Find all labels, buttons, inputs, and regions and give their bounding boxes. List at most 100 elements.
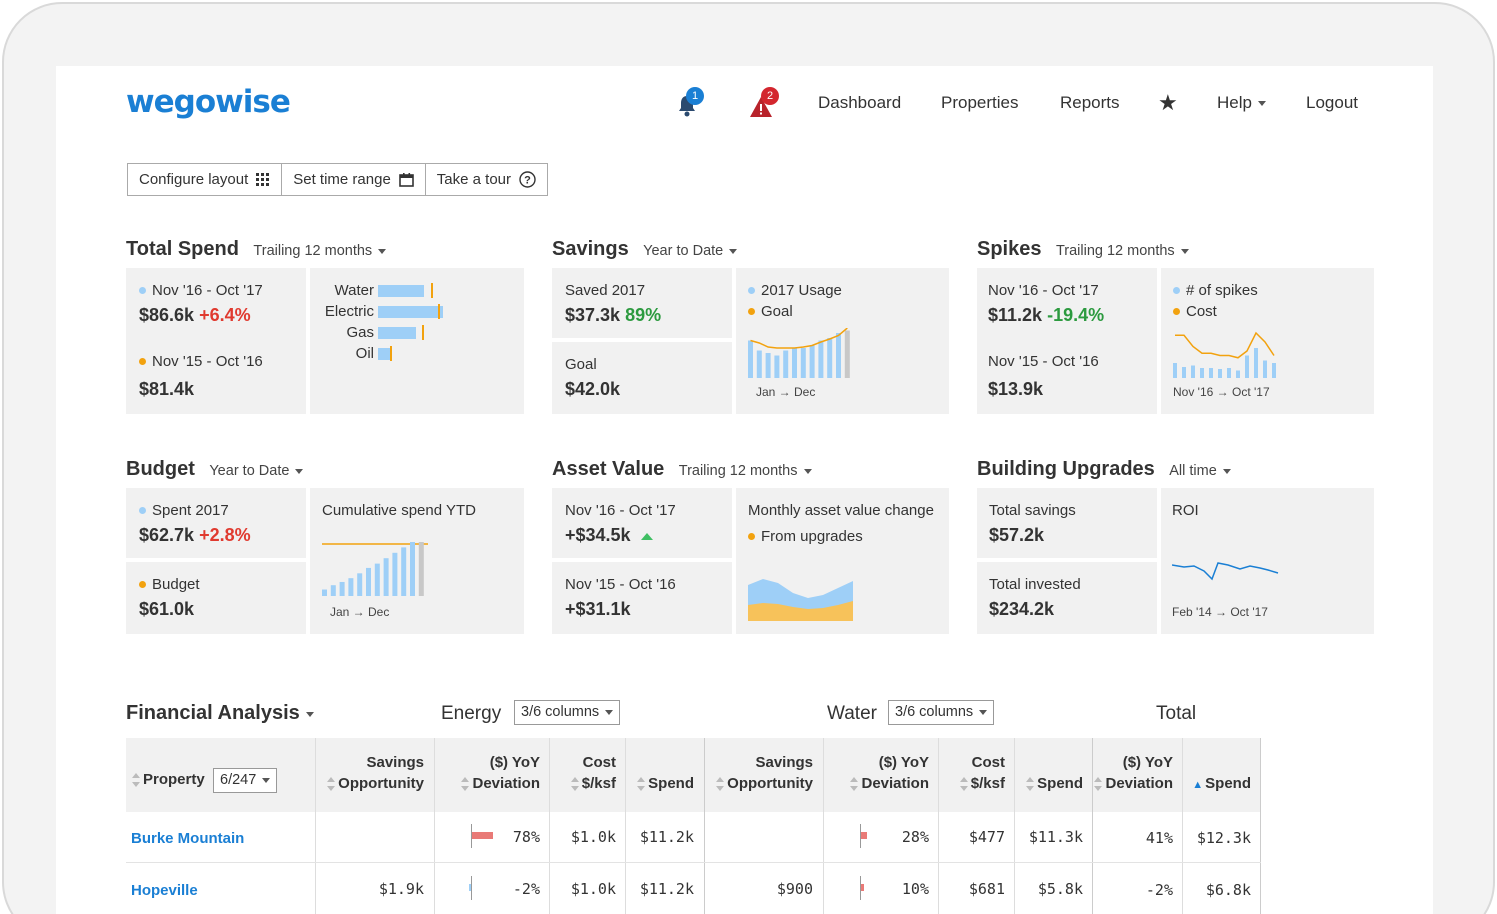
header-line: Savings bbox=[755, 754, 813, 771]
nav-dashboard[interactable]: Dashboard bbox=[818, 93, 901, 113]
chevron-down-icon bbox=[378, 248, 387, 254]
grid-icon bbox=[256, 172, 270, 186]
budget-bar-2 bbox=[330, 585, 336, 596]
sort-icon bbox=[1094, 777, 1103, 792]
savings-widget: Savings Year to Date bbox=[552, 238, 738, 261]
upgrades-savings-label: Total savings bbox=[989, 502, 1076, 519]
configure-layout-button[interactable]: Configure layout bbox=[128, 164, 283, 195]
property-count-value: 6/247 bbox=[220, 772, 257, 788]
legend-dot-orange bbox=[748, 307, 755, 315]
spike-bar-5 bbox=[1209, 368, 1213, 378]
budget-chart-label: Cumulative spend YTD bbox=[322, 502, 476, 519]
sort-icon bbox=[850, 777, 859, 792]
spikes-axis-label: Nov '16 → Oct '17 bbox=[1173, 385, 1270, 399]
roi-line-chart bbox=[1172, 562, 1279, 581]
utility-bar-gas bbox=[378, 327, 416, 339]
upgrades-invested-label: Total invested bbox=[989, 576, 1081, 593]
legend-dot-blue bbox=[748, 286, 755, 294]
set-time-range-button[interactable]: Set time range bbox=[282, 164, 426, 195]
utility-label-water: Water bbox=[334, 282, 374, 299]
savings-bar-11 bbox=[836, 333, 841, 378]
energy-columns-select[interactable]: 3/6 columns bbox=[514, 700, 621, 725]
take-a-tour-button[interactable]: Take a tour ? bbox=[426, 164, 547, 195]
budget-chart-panel: Cumulative spend YTD Jan → Dec bbox=[310, 488, 524, 634]
header-line: Cost bbox=[582, 754, 616, 771]
budget-spent: Spent 2017 $62.7k +2.8% bbox=[126, 488, 306, 558]
wegowise-logo[interactable]: wegowise bbox=[126, 84, 291, 120]
chevron-down-icon bbox=[729, 248, 738, 254]
upgrades-savings-value: $57.2k bbox=[989, 525, 1045, 545]
up-triangle-icon bbox=[640, 533, 653, 540]
upgrades-invested-value: $234.2k bbox=[989, 599, 1055, 619]
nav-logout[interactable]: Logout bbox=[1306, 93, 1358, 113]
total-spend-range-label: Trailing 12 months bbox=[253, 243, 373, 259]
total-spend-widget: Total Spend Trailing 12 months bbox=[126, 238, 387, 261]
nav-reports[interactable]: Reports bbox=[1060, 93, 1120, 113]
property-count-select[interactable]: 6/247 bbox=[213, 768, 278, 793]
alerts-warning-icon[interactable]: 2 bbox=[749, 87, 779, 120]
header-line: ($) YoY bbox=[489, 754, 540, 771]
legend-dot-orange bbox=[139, 357, 146, 365]
header-text: Deviation bbox=[861, 775, 929, 792]
upgrades-invested: Total invested $234.2k bbox=[977, 562, 1157, 634]
water-yoy-header[interactable]: ($) YoY Deviation bbox=[824, 752, 929, 794]
water-columns-select[interactable]: 3/6 columns bbox=[888, 700, 995, 725]
utility-prev-marker-electric bbox=[438, 304, 440, 319]
upgrades-range-dropdown[interactable]: All time bbox=[1169, 463, 1231, 479]
legend-usage-text: 2017 Usage bbox=[761, 282, 842, 299]
water-cost-header[interactable]: Cost $/ksf bbox=[939, 752, 1005, 794]
upgrades-range-label: All time bbox=[1169, 463, 1217, 479]
budget-range-dropdown[interactable]: Year to Date bbox=[209, 463, 304, 479]
energy-yoy-header[interactable]: ($) YoY Deviation bbox=[435, 752, 540, 794]
spike-bar-10 bbox=[1254, 348, 1258, 378]
financial-analysis-dropdown[interactable]: Financial Analysis bbox=[126, 702, 314, 725]
total-group-label: Total bbox=[1156, 703, 1197, 724]
total-spend-cell: $12.3k bbox=[1196, 829, 1251, 847]
roi-label: ROI bbox=[1172, 502, 1199, 519]
notifications-bell-icon[interactable]: 1 bbox=[676, 87, 706, 120]
property-link-hopeville[interactable]: Hopeville bbox=[131, 882, 198, 899]
energy-yoy-cell: -2% bbox=[512, 880, 540, 898]
water-savings-header[interactable]: Savings Opportunity bbox=[705, 752, 813, 794]
header-line: ($) YoY bbox=[1122, 754, 1173, 771]
savings-chart-panel: 2017 Usage Goal Jan → Dec bbox=[736, 268, 949, 414]
header-text: Spend bbox=[1205, 775, 1251, 792]
energy-savings-header[interactable]: Savings Opportunity bbox=[316, 752, 424, 794]
savings-bar-1 bbox=[748, 340, 753, 378]
spike-bar-2 bbox=[1182, 367, 1186, 378]
total-yoy-header[interactable]: ($) YoY Deviation bbox=[1093, 752, 1173, 794]
total-yoy-cell: -2% bbox=[1145, 881, 1173, 899]
asset-value-range-dropdown[interactable]: Trailing 12 months bbox=[679, 463, 812, 479]
savings-saved-label: Saved 2017 bbox=[565, 282, 646, 299]
savings-bar-7 bbox=[800, 348, 806, 378]
budget-spent-value: $62.7k +2.8% bbox=[139, 525, 251, 546]
favorites-star-icon[interactable]: ★ bbox=[1158, 90, 1178, 116]
sort-ascending-icon: ▲ bbox=[1192, 779, 1204, 791]
utility-label-electric: Electric bbox=[324, 303, 374, 320]
utility-bar-water bbox=[378, 285, 424, 297]
savings-bar-3 bbox=[765, 353, 771, 378]
spike-bar-6 bbox=[1218, 369, 1222, 378]
savings-range-dropdown[interactable]: Year to Date bbox=[643, 243, 738, 259]
nav-help-dropdown[interactable]: Help bbox=[1217, 93, 1266, 113]
budget-budget: Budget $61.0k bbox=[126, 562, 306, 634]
spikes-range-dropdown[interactable]: Trailing 12 months bbox=[1056, 243, 1189, 259]
property-link-burke-mountain[interactable]: Burke Mountain bbox=[131, 830, 244, 847]
water-spend-header[interactable]: Spend bbox=[1015, 773, 1083, 794]
total-spend-cell: $6.8k bbox=[1205, 881, 1251, 899]
energy-spend-header[interactable]: Spend bbox=[626, 773, 694, 794]
budget-bar-1 bbox=[322, 589, 327, 596]
total-spend-range-dropdown[interactable]: Trailing 12 months bbox=[253, 243, 387, 259]
water-spend-cell: $5.8k bbox=[1037, 880, 1083, 898]
savings-bar-4 bbox=[774, 355, 780, 378]
chevron-down-icon bbox=[1222, 468, 1231, 474]
nav-properties[interactable]: Properties bbox=[941, 93, 1018, 113]
total-spend-header[interactable]: ▲ Spend bbox=[1183, 773, 1251, 796]
budget-bar-8 bbox=[383, 558, 389, 596]
spent-label-text: Spent 2017 bbox=[152, 502, 229, 519]
spike-bar-7 bbox=[1227, 368, 1231, 378]
energy-cost-header[interactable]: Cost $/ksf bbox=[550, 752, 616, 794]
property-column-header[interactable]: Property bbox=[132, 769, 205, 790]
asset-prev: Nov '15 - Oct '16 +$31.1k bbox=[552, 562, 732, 634]
legend-dot-blue bbox=[139, 286, 146, 294]
